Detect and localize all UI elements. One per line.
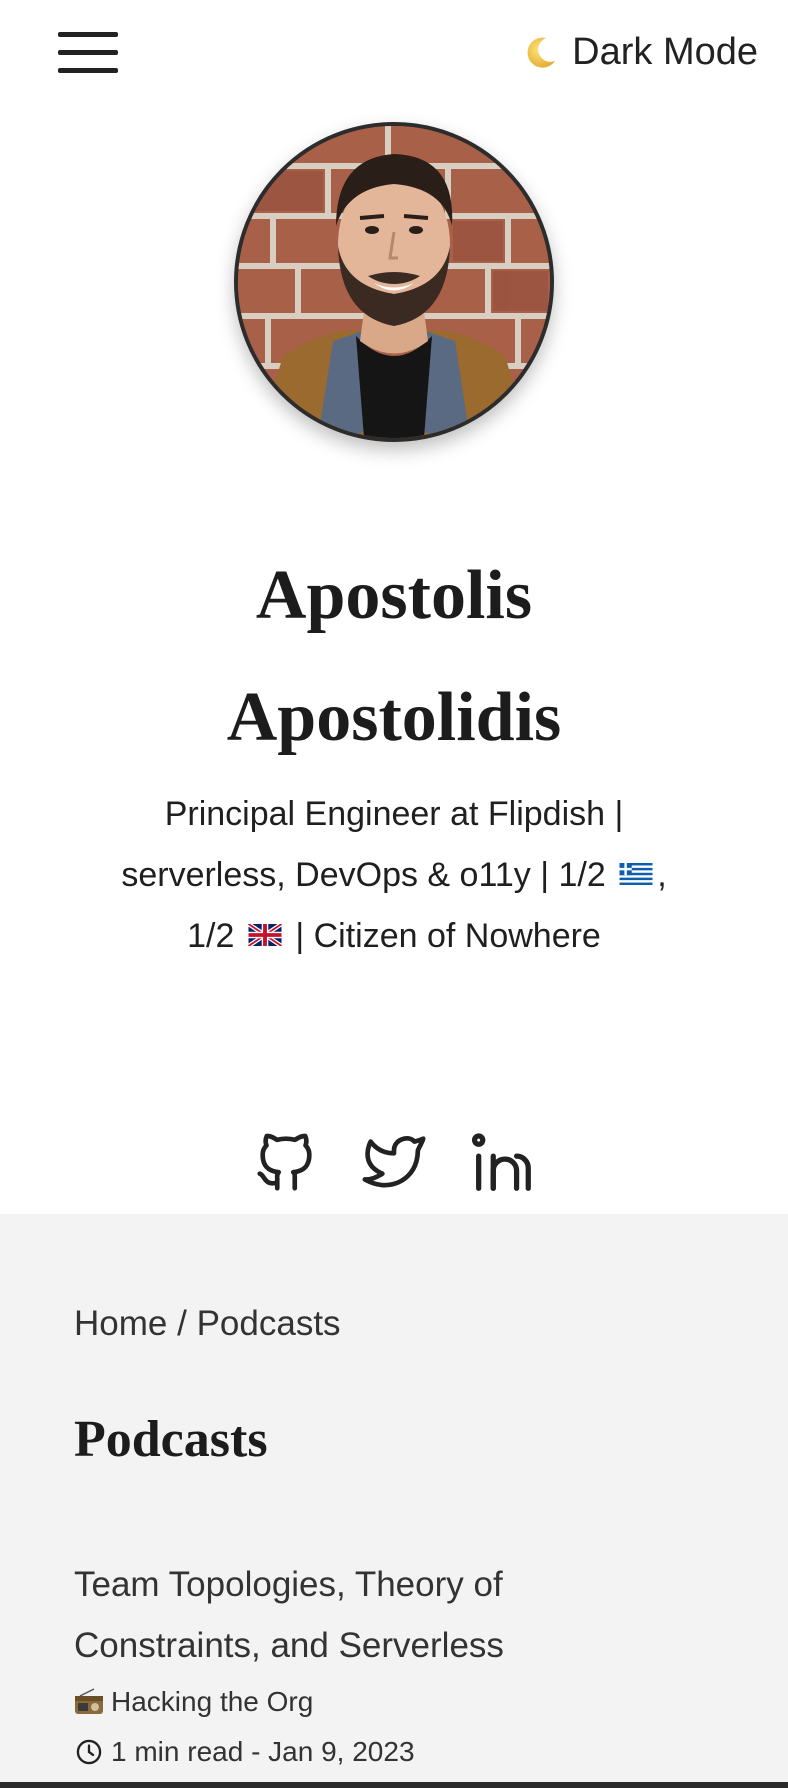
post-show-name: Hacking the Org [111,1686,314,1717]
post-meta: 1 min read - Jan 9, 2023 [74,1728,714,1776]
menu-bar [58,32,118,37]
menu-bar [58,68,118,73]
avatar [234,122,554,442]
breadcrumb-home-link[interactable]: Home [74,1304,167,1343]
list-item: Team Topologies, Theory of Constraints, … [74,1554,714,1776]
post-show: Hacking the Org [74,1678,714,1726]
bio-line: | Citizen of Nowhere [295,917,601,955]
hamburger-menu-icon[interactable] [58,32,118,74]
github-icon[interactable] [251,1126,321,1198]
post-title-line: Constraints, and Serverless [74,1626,504,1665]
crescent-moon-icon [527,37,556,68]
bottom-edge-bar [0,1782,788,1788]
post-title-line: Team Topologies, Theory of [74,1565,503,1604]
clock-icon [76,1739,102,1765]
page-title: Podcasts [74,1411,268,1468]
profile-bio: Principal Engineer at Flipdish | serverl… [84,784,704,967]
bio-comma: , [657,856,667,894]
profile-hero: Apostolis Apostolidis Principal Engineer… [0,106,788,1214]
dark-mode-label: Dark Mode [572,30,758,73]
greece-flag-icon [619,863,653,886]
bio-line: 1/2 [187,917,235,955]
profile-first-name: Apostolis [255,556,533,634]
dark-mode-toggle[interactable]: Dark Mode [524,30,758,74]
post-title-link[interactable]: Team Topologies, Theory of Constraints, … [74,1554,714,1676]
post-meta-text: 1 min read - Jan 9, 2023 [111,1736,415,1767]
linkedin-icon[interactable] [467,1126,537,1198]
radio-icon [75,1688,103,1714]
breadcrumb-current: Podcasts [196,1304,341,1343]
social-links [0,1126,788,1206]
bio-line: serverless, DevOps & o11y | 1/2 [121,856,606,894]
breadcrumb-separator: / [177,1304,187,1343]
uk-flag-icon [247,924,282,947]
bio-line: Principal Engineer at Flipdish | [164,795,624,833]
twitter-icon[interactable] [359,1126,429,1198]
profile-last-name: Apostolidis [226,678,562,756]
menu-bar [58,50,118,55]
top-bar: Dark Mode [0,0,788,106]
main-content: Home / Podcasts Podcasts Team Topologies… [0,1214,788,1788]
breadcrumb: Home / Podcasts [74,1304,341,1344]
profile-name: Apostolis Apostolidis [0,535,788,779]
